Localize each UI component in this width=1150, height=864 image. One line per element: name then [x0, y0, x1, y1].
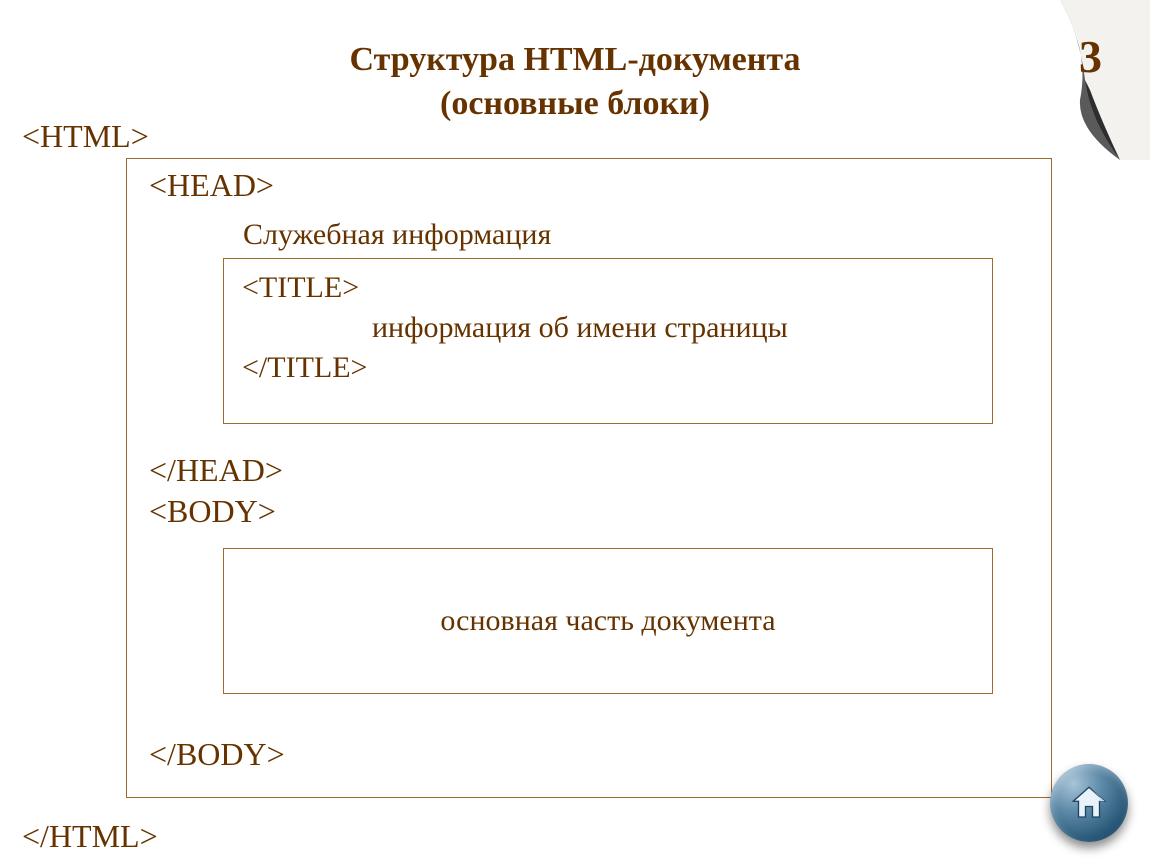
tag-body-close: </BODY> [127, 694, 1051, 773]
tag-title-close: </TITLE> [242, 351, 974, 385]
slide-title-line1: Структура HTML-документа [0, 38, 1150, 82]
html-container-box: <HEAD> Служебная информация <TITLE> инфо… [126, 158, 1052, 798]
label-body-content: основная часть документа [440, 604, 775, 638]
label-title-info: информация об имени страницы [242, 305, 974, 351]
slide-title-line2: (основные блоки) [0, 82, 1150, 126]
tag-body-open: <BODY> [127, 489, 1051, 530]
tag-head-open: <HEAD> [127, 159, 1051, 204]
tag-html-close: </HTML> [22, 818, 158, 855]
label-service-info: Служебная информация [127, 204, 1051, 258]
tag-title-open: <TITLE> [242, 271, 974, 305]
body-container-box: основная часть документа [223, 548, 993, 694]
home-button[interactable] [1050, 764, 1128, 842]
slide-number: 3 [1079, 30, 1102, 83]
tag-head-close: </HEAD> [127, 424, 1051, 489]
tag-html-open: <HTML> [22, 118, 149, 155]
home-icon [1068, 782, 1110, 824]
title-container-box: <TITLE> информация об имени страницы </T… [223, 258, 993, 424]
slide-title: Структура HTML-документа (основные блоки… [0, 0, 1150, 126]
